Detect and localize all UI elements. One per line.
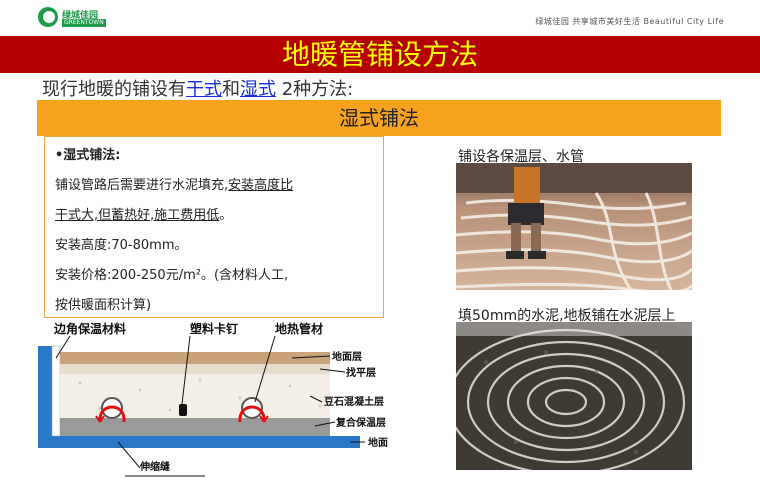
- intro-suffix: 2种方法:: [276, 79, 354, 100]
- intro-line: 现行地暖的铺设有干式和湿式 2种方法:: [42, 75, 353, 101]
- pebble-concrete-band: [60, 374, 330, 418]
- label-heating-pipe: 地热管材: [275, 321, 323, 336]
- dry-method-link[interactable]: 干式: [186, 79, 222, 100]
- section-title: 湿式铺法: [339, 106, 419, 130]
- description-line-1: 铺设管路后需要进行水泥填充,安装高度比: [55, 178, 294, 193]
- label-expansion-joint: 伸缩缝: [139, 460, 170, 473]
- label-composite-insulation: 复合保温层: [335, 416, 386, 429]
- price-note: 按供暖面积计算): [55, 298, 152, 313]
- cement-photo-illustration: [456, 322, 692, 470]
- photo-cement-filling: [456, 322, 692, 470]
- label-pebble-concrete: 豆石混凝土层: [324, 395, 384, 408]
- greentown-logo: 绿城佳园 GREENTOWN: [38, 7, 110, 29]
- title-bar: 地暖管铺设方法: [0, 36, 760, 73]
- install-height: 安装高度:70-80mm。: [55, 238, 188, 253]
- photo-laying-pipes: [456, 163, 692, 290]
- edge-insulation-strip: [51, 345, 61, 437]
- floor-layer-band: [60, 352, 330, 364]
- description-box: •湿式铺法: 铺设管路后需要进行水泥填充,安装高度比 干式大,但蓄热好,施工费用…: [44, 136, 384, 318]
- pipes-photo-illustration: [456, 163, 692, 290]
- floor-heating-layer-diagram: 边角保温材料 塑料卡钉 地热管材 地面层 找平层 豆石混凝土层 复合保温层 地面…: [30, 318, 410, 479]
- label-edge-insulation: 边角保温材料: [53, 321, 126, 336]
- section-header: 湿式铺法: [37, 100, 721, 136]
- description-line-2: 干式大,但蓄热好,施工费用低。: [55, 208, 233, 223]
- plastic-nail-marker: [179, 404, 187, 416]
- slide-title: 地暖管铺设方法: [281, 38, 478, 71]
- logo-english-text: GREENTOWN: [62, 19, 106, 27]
- intro-prefix: 现行地暖的铺设有: [42, 79, 186, 100]
- label-leveling-layer: 找平层: [346, 366, 376, 379]
- leveling-layer-band: [60, 364, 330, 374]
- logo-mark-icon: [38, 7, 58, 27]
- header-tagline: 绿城佳园 共享城市美好生活 Beautiful City Life: [535, 17, 724, 26]
- label-plastic-nail: 塑料卡钉: [190, 321, 238, 336]
- label-ground: 地面: [368, 436, 388, 449]
- wet-method-link[interactable]: 湿式: [240, 79, 276, 100]
- label-floor-layer: 地面层: [332, 350, 362, 363]
- header-bar: 绿城佳园 GREENTOWN 绿城佳园 共享城市美好生活 Beautiful C…: [0, 0, 760, 36]
- install-price: 安装价格:200-250元/m²。(含材料人工,: [55, 268, 289, 283]
- intro-mid: 和: [222, 79, 240, 100]
- description-heading: •湿式铺法:: [55, 148, 121, 163]
